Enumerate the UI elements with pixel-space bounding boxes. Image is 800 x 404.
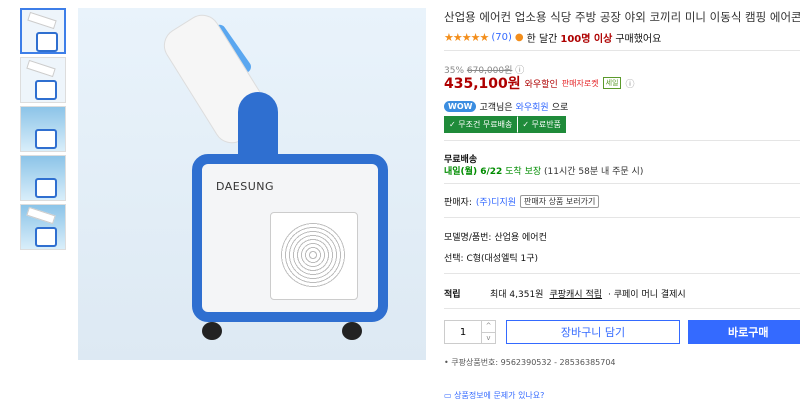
fire-icon: ● [514, 32, 524, 43]
rating-row: ★★★★★ (70) ● 한 달간 100명 이상 구매했어요 [444, 30, 661, 45]
delivery-date: 내일(월) 6/22 [444, 167, 503, 177]
free-shipping-badge: ✓ 무조건 무료배송 [444, 116, 518, 133]
quantity-up-button[interactable]: ^ [482, 321, 495, 332]
brand-logo: DAESUNG [216, 180, 275, 193]
reward-row: 적립 최대 4,351원 쿠팡캐시 적립 · 쿠페이 머니 결제시 [444, 287, 686, 300]
wheel [202, 322, 222, 340]
shipping-badges: ✓ 무조건 무료배송 ✓ 무료반품 [444, 116, 566, 133]
quantity-input[interactable] [445, 321, 481, 343]
thumbnail-3[interactable] [20, 106, 66, 152]
report-link[interactable]: ▭ 상품정보에 문제가 있나요? [444, 390, 544, 401]
star-rating[interactable]: ★★★★★ [444, 31, 489, 44]
wow-text-post: 으로 [551, 103, 569, 113]
divider [444, 50, 800, 51]
thumbnail-1[interactable] [20, 8, 66, 54]
wow-member-link[interactable]: 와우회원 [516, 100, 549, 113]
purchase-period: 한 달간 [526, 34, 558, 45]
chat-icon: ▭ [444, 391, 452, 400]
info-icon[interactable]: ⓘ [625, 77, 634, 90]
sale-badge: 세일 [602, 77, 622, 89]
aircon-unit: DAESUNG [192, 154, 388, 322]
report-link-text[interactable]: 상품정보에 문제가 있나요? [454, 391, 544, 400]
free-return-badge: ✓ 무료반품 [517, 116, 566, 133]
seller-products-button[interactable]: 판매자 상품 보러가기 [520, 195, 600, 208]
product-main-image[interactable]: DAESUNG [78, 8, 426, 360]
wheel [342, 322, 362, 340]
divider [444, 217, 800, 218]
seller-label: 판매자: [444, 198, 472, 208]
wow-row: WOW 고객님은 와우회원 으로 [444, 100, 568, 113]
seller-rocket-badge: 판매자로켓 [561, 78, 599, 88]
model-number: 모델명/품번: 산업용 에어컨 [444, 233, 547, 243]
quantity-stepper: ^ v [444, 320, 496, 344]
reward-label: 적립 [444, 290, 461, 300]
purchase-count: 100명 이상 [560, 34, 613, 45]
divider [444, 140, 800, 141]
divider [444, 308, 800, 309]
price-row: 435,100원 와우할인 판매자로켓 세일 ⓘ [444, 73, 635, 93]
delivery-row: 내일(월) 6/22 도착 보장 (11시간 58분 내 주문 시) [444, 164, 643, 177]
thumbnail-5[interactable] [20, 204, 66, 250]
quantity-down-button[interactable]: v [482, 332, 495, 344]
delivery-guarantee: 도착 보장 [505, 167, 542, 177]
reward-amount: 최대 4,351원 [490, 290, 544, 300]
thumbnail-4[interactable] [20, 155, 66, 201]
wow-text-pre: 고객님은 [479, 103, 513, 113]
wow-badge: WOW [444, 101, 477, 112]
thumbnail-list [20, 8, 68, 253]
coupang-cash-link[interactable]: 쿠팡캐시 적립 [549, 287, 602, 300]
wow-discount-label: 와우할인 [524, 79, 558, 90]
divider [444, 273, 800, 274]
buy-now-button[interactable]: 바로구매 [688, 320, 800, 344]
fan-grill [270, 212, 358, 300]
add-to-cart-button[interactable]: 장바구니 담기 [506, 320, 680, 344]
thumbnail-2[interactable] [20, 57, 66, 103]
product-code: • 쿠팡상품번호: 9562390532 - 28536385704 [444, 358, 616, 367]
purchase-suffix: 구매했어요 [615, 34, 662, 45]
product-title: 산업용 에어컨 업소용 식당 주방 공장 야외 코끼리 미니 이동식 캠핑 에어… [444, 10, 800, 24]
divider [444, 183, 800, 184]
reward-suffix: · 쿠페이 머니 결제시 [608, 290, 686, 300]
seller-name-link[interactable]: (주)디지원 [476, 195, 516, 208]
selected-option: 선택: C형(대성엘틱 1구) [444, 254, 539, 264]
review-count[interactable]: (70) [491, 32, 512, 43]
seller-row: 판매자: (주)디지원 판매자 상품 보러가기 [444, 195, 600, 208]
hose-neck [238, 92, 278, 162]
sale-price: 435,100원 [444, 76, 521, 92]
delivery-note: (11시간 58분 내 주문 시) [544, 167, 644, 177]
